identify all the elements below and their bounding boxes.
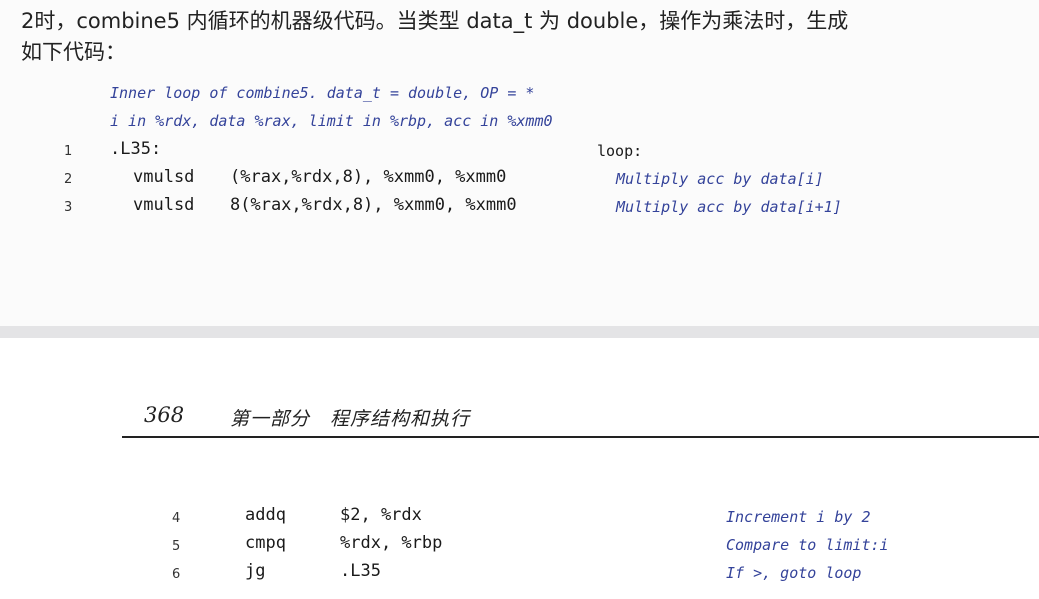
code-instruction: cmpq (245, 533, 286, 553)
line-number: 6 (172, 567, 181, 582)
code-label: .L35: (110, 139, 162, 159)
page-number: 368 (144, 403, 185, 427)
line-number: 2 (64, 172, 73, 187)
code-instruction: jg (245, 561, 266, 581)
listing-comment-2: i in %rdx, data %rax, limit in %rbp, acc… (110, 112, 553, 130)
code-instruction: vmulsd (133, 195, 195, 215)
line-number: 1 (64, 144, 73, 159)
loop-label: loop: (597, 142, 643, 160)
code-operands: %rdx, %rbp (340, 533, 443, 553)
code-comment: Multiply acc by data[i+1] (616, 198, 842, 216)
code-instruction: vmulsd (133, 167, 195, 187)
intro-line-1: 2时，combine5 内循环的机器级代码。当类型 data_t 为 doubl… (21, 9, 849, 33)
header-rule (122, 436, 1039, 438)
code-operands: $2, %rdx (340, 505, 422, 525)
intro-line-2: 如下代码： (21, 40, 126, 64)
code-operands: 8(%rax,%rdx,8), %xmm0, %xmm0 (230, 195, 517, 215)
page-header-title: 第一部分 程序结构和执行 (230, 408, 471, 430)
code-comment: If >, goto loop (726, 564, 862, 582)
lower-page (0, 338, 1039, 599)
line-number: 4 (172, 511, 181, 526)
code-instruction: addq (245, 505, 286, 525)
line-number: 5 (172, 539, 181, 554)
page-gap (0, 326, 1039, 338)
code-comment: Compare to limit:i (726, 536, 889, 554)
code-operands: (%rax,%rdx,8), %xmm0, %xmm0 (230, 167, 507, 187)
intro-paragraph: 2时，combine5 内循环的机器级代码。当类型 data_t 为 doubl… (21, 6, 1021, 68)
code-comment: Increment i by 2 (726, 508, 871, 526)
code-comment: Multiply acc by data[i] (616, 170, 824, 188)
listing-comment-1: Inner loop of combine5. data_t = double,… (110, 84, 535, 102)
line-number: 3 (64, 200, 73, 215)
code-operands: .L35 (340, 561, 381, 581)
